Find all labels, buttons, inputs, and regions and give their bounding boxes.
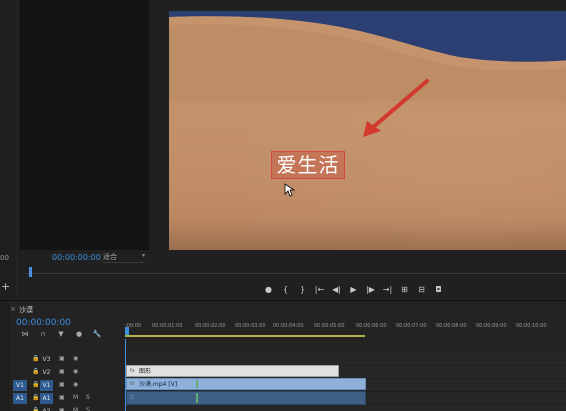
eye-icon[interactable]: ◉ — [73, 381, 78, 388]
clip-label: 沙漠.mp4 [V] — [139, 381, 178, 388]
lock-icon[interactable]: 🔒 — [32, 407, 39, 411]
marker-settings-icon[interactable]: ● — [70, 330, 88, 339]
ruler-label: 00:00:02:00 — [195, 323, 226, 329]
time-ruler[interactable]: :00:00 00:00:01:00 00:00:02:00 00:00:03:… — [125, 321, 566, 339]
track-header-a2: 🔒 A2 ▣ M S — [0, 405, 125, 411]
track-header-v3: 🔒 V3 ▣ ◉ — [0, 353, 125, 366]
video-clip[interactable]: fx 沙漠.mp4 [V] — [126, 378, 366, 390]
fit-dropdown[interactable]: 适合 ▾ — [103, 252, 145, 263]
chevron-down-icon: ▾ — [141, 252, 145, 259]
track-name[interactable]: A2 — [40, 406, 53, 411]
title-text-overlay[interactable]: 爱生活 — [271, 151, 345, 179]
go-to-in-icon[interactable]: |← — [311, 284, 328, 296]
ruler-label: 00:00:08:00 — [436, 323, 467, 329]
monitor-side-area — [20, 0, 149, 250]
playhead-line[interactable] — [125, 339, 126, 411]
track-header-v1: V1 🔒 V1 ▣ ◉ — [0, 379, 125, 392]
eye-icon[interactable]: ◉ — [73, 355, 78, 362]
monitor-timecode[interactable]: 00:00:00:00 — [52, 253, 101, 262]
lock-icon[interactable]: 🔒 — [32, 355, 39, 362]
play-icon[interactable]: ▶ — [345, 284, 362, 296]
eye-icon[interactable]: ◉ — [73, 368, 78, 375]
ruler-label: 00:00:09:00 — [476, 323, 507, 329]
scrub-track — [26, 273, 566, 274]
lock-icon[interactable]: 🔒 — [32, 368, 39, 375]
mark-in-icon[interactable]: { — [277, 284, 294, 296]
source-patch[interactable]: V1 — [13, 380, 27, 391]
ruler-label: 00:00:07:00 — [396, 323, 427, 329]
track-area[interactable]: fx 图形 fx 沙漠.mp4 [V] ◻ — [125, 339, 566, 411]
fx-badge-icon: ◻ — [130, 394, 135, 400]
lock-icon[interactable]: 🔒 — [32, 394, 39, 401]
mark-out-icon[interactable]: } — [294, 284, 311, 296]
program-monitor: 爱生活 00:00:00:00 适合 ▾ — [20, 0, 566, 300]
go-to-out-icon[interactable]: →| — [379, 284, 396, 296]
transport-controls: ● { } |← ◀| ▶ |▶ →| ⊞ ⊟ ◘ — [260, 284, 447, 296]
title-clip[interactable]: fx 图形 — [126, 365, 339, 377]
track-name[interactable]: A1 — [40, 393, 53, 404]
source-patch[interactable]: A1 — [13, 393, 27, 404]
text-cursor-icon — [284, 183, 296, 197]
fx-badge-icon: fx — [130, 368, 135, 374]
ruler-label: 00:00:01:00 — [152, 323, 183, 329]
ruler-label: 00:00:05:00 — [314, 323, 345, 329]
sync-lock-icon[interactable]: ▣ — [59, 355, 65, 362]
timeline-timecode[interactable]: 00:00:00:00 — [16, 318, 71, 328]
marker-icon[interactable]: ● — [260, 284, 277, 296]
wrench-icon[interactable]: 🔧 — [88, 330, 106, 339]
solo-button[interactable]: S — [86, 407, 90, 411]
sync-lock-icon[interactable]: ▣ — [59, 381, 65, 388]
video-preview[interactable]: 爱生活 — [169, 11, 566, 250]
track-header-v2: 🔒 V2 ▣ ◉ — [0, 366, 125, 379]
track-header-a1: A1 🔒 A1 ▣ M S — [0, 392, 125, 405]
clip-label: 图形 — [139, 368, 152, 375]
step-forward-icon[interactable]: |▶ — [362, 284, 379, 296]
sync-lock-icon[interactable]: ▣ — [59, 394, 65, 401]
insert-icon[interactable]: ⊞ — [396, 284, 413, 296]
sync-lock-icon[interactable]: ▣ — [59, 407, 65, 411]
close-icon[interactable]: × — [10, 305, 16, 313]
playhead-marker[interactable] — [125, 327, 129, 335]
lock-icon[interactable]: 🔒 — [32, 381, 39, 388]
track-name[interactable]: V2 — [40, 367, 53, 378]
linked-selection-icon[interactable]: ∩ — [34, 330, 52, 339]
audio-clip[interactable]: ◻ — [126, 391, 366, 405]
fx-badge-icon: fx — [130, 381, 135, 387]
track-name[interactable]: V3 — [40, 354, 53, 365]
ruler-label: 00:00:04:00 — [273, 323, 304, 329]
sync-lock-icon[interactable]: ▣ — [59, 368, 65, 375]
ruler-label: 00:00:10:00 — [516, 323, 547, 329]
add-panel-button[interactable]: + — [1, 281, 10, 292]
mute-button[interactable]: M — [73, 394, 78, 401]
overwrite-icon[interactable]: ⊟ — [413, 284, 430, 296]
left-panel-gutter: 00 + — [0, 0, 18, 300]
add-marker-icon[interactable]: ▼ — [52, 330, 70, 339]
work-area-bar[interactable] — [125, 335, 365, 337]
snap-icon[interactable]: ⋈ — [16, 330, 34, 339]
step-back-icon[interactable]: ◀| — [328, 284, 345, 296]
gutter-value: 00 — [0, 254, 9, 262]
ruler-label: 00:00:03:00 — [235, 323, 266, 329]
timeline-panel: × 沙漠 00:00:00:00 ⋈ ∩ ▼ ● 🔧 :00:00 00:00:… — [0, 300, 566, 411]
red-arrow-annotation — [363, 79, 429, 137]
timeline-tools: ⋈ ∩ ▼ ● 🔧 — [16, 330, 106, 339]
clip-keyframe-marker — [196, 393, 198, 403]
playhead-handle[interactable] — [29, 267, 32, 277]
sequence-tab[interactable]: 沙漠 — [19, 305, 33, 315]
fit-value: 适合 — [103, 253, 117, 261]
clip-keyframe-marker — [196, 380, 198, 388]
export-frame-icon[interactable]: ◘ — [430, 284, 447, 296]
ruler-label: 00:00:06:00 — [356, 323, 387, 329]
solo-button[interactable]: S — [86, 394, 90, 401]
monitor-scrub-bar[interactable] — [26, 264, 566, 278]
mute-button[interactable]: M — [73, 407, 78, 411]
track-name[interactable]: V1 — [40, 380, 53, 391]
